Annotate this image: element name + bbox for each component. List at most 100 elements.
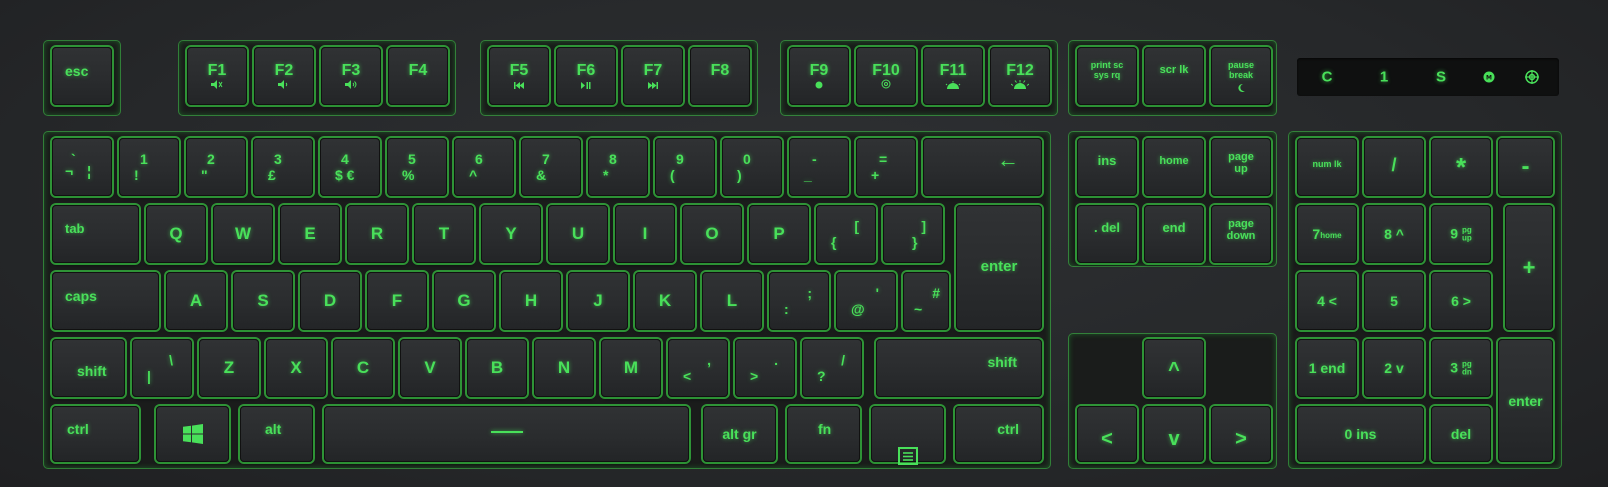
left-ctrl-key[interactable]: ctrl	[52, 406, 139, 462]
esc-key[interactable]: esc	[52, 47, 112, 105]
pause-break-key[interactable]: pause break	[1211, 47, 1271, 105]
tab-key[interactable]: tab	[52, 205, 139, 263]
key-7[interactable]: 7 &	[521, 138, 581, 196]
equal-key[interactable]: = +	[856, 138, 916, 196]
key-8[interactable]: 8 *	[588, 138, 648, 196]
numpad-9-key[interactable]: 9 pg up	[1431, 205, 1491, 263]
arrow-up-key[interactable]: ^	[1144, 339, 1204, 397]
key-q[interactable]: Q	[146, 205, 206, 263]
key-5[interactable]: 5 %	[387, 138, 447, 196]
f12-key[interactable]: F12	[990, 47, 1050, 105]
arrow-down-key[interactable]: v	[1144, 406, 1204, 462]
right-bracket-key[interactable]: ] }	[883, 205, 943, 263]
hash-key[interactable]: # ~	[903, 272, 949, 330]
numpad-4-key[interactable]: 4 <	[1297, 272, 1357, 330]
key-e[interactable]: E	[280, 205, 340, 263]
delete-key[interactable]: . del	[1077, 205, 1137, 263]
f9-key[interactable]: F9	[789, 47, 849, 105]
key-j[interactable]: J	[568, 272, 628, 330]
quote-key[interactable]: ' @	[836, 272, 896, 330]
key-a[interactable]: A	[166, 272, 226, 330]
key-w[interactable]: W	[213, 205, 273, 263]
key-2[interactable]: 2 "	[186, 138, 246, 196]
space-bar[interactable]	[324, 406, 689, 462]
f10-key[interactable]: F10	[856, 47, 916, 105]
backslash-key[interactable]: \ |	[132, 339, 192, 397]
key-x[interactable]: X	[266, 339, 326, 397]
key-n[interactable]: N	[534, 339, 594, 397]
key-b[interactable]: B	[467, 339, 527, 397]
key-r[interactable]: R	[347, 205, 407, 263]
alt-gr-key[interactable]: alt gr	[703, 406, 776, 462]
home-key[interactable]: home	[1144, 138, 1204, 196]
period-key[interactable]: . >	[735, 339, 795, 397]
numpad-6-key[interactable]: 6 >	[1431, 272, 1491, 330]
key-f[interactable]: F	[367, 272, 427, 330]
page-up-key[interactable]: page up	[1211, 138, 1271, 196]
f11-key[interactable]: F11	[923, 47, 983, 105]
windows-key[interactable]	[156, 406, 229, 462]
caps-lock-key[interactable]: caps	[52, 272, 159, 330]
numpad-0-key[interactable]: 0 ins	[1297, 406, 1424, 462]
page-down-key[interactable]: page down	[1211, 205, 1271, 263]
slash-key[interactable]: / ?	[802, 339, 862, 397]
left-shift-key[interactable]: shift	[52, 339, 125, 397]
key-c[interactable]: C	[333, 339, 393, 397]
numpad-multiply-key[interactable]: *	[1431, 138, 1491, 196]
right-shift-key[interactable]: shift	[876, 339, 1042, 397]
f2-key[interactable]: F2	[254, 47, 314, 105]
key-o[interactable]: O	[682, 205, 742, 263]
numpad-delete-key[interactable]: del	[1431, 406, 1491, 462]
numpad-minus-key[interactable]: -	[1498, 138, 1553, 196]
arrow-left-key[interactable]: <	[1077, 406, 1137, 462]
insert-key[interactable]: ins	[1077, 138, 1137, 196]
key-u[interactable]: U	[548, 205, 608, 263]
key-g[interactable]: G	[434, 272, 494, 330]
key-9[interactable]: 9 (	[655, 138, 715, 196]
key-4[interactable]: 4 $ €	[320, 138, 380, 196]
key-6[interactable]: 6 ^	[454, 138, 514, 196]
left-alt-key[interactable]: alt	[240, 406, 313, 462]
f4-key[interactable]: F4	[388, 47, 448, 105]
numpad-1-key[interactable]: 1 end	[1297, 339, 1357, 397]
minus-key[interactable]: - _	[789, 138, 849, 196]
numpad-divide-key[interactable]: /	[1364, 138, 1424, 196]
numpad-2-key[interactable]: 2 v	[1364, 339, 1424, 397]
end-key[interactable]: end	[1144, 205, 1204, 263]
print-screen-key[interactable]: print sc sys rq	[1077, 47, 1137, 105]
fn-key[interactable]: fn	[787, 406, 860, 462]
key-h[interactable]: H	[501, 272, 561, 330]
key-0[interactable]: 0 )	[722, 138, 782, 196]
scroll-lock-key[interactable]: scr lk	[1144, 47, 1204, 105]
f5-key[interactable]: F5	[489, 47, 549, 105]
num-lock-key[interactable]: num lk	[1297, 138, 1357, 196]
f8-key[interactable]: F8	[690, 47, 750, 105]
left-bracket-key[interactable]: [ {	[816, 205, 876, 263]
f7-key[interactable]: F7	[623, 47, 683, 105]
numpad-plus-key[interactable]: +	[1505, 205, 1553, 330]
enter-key[interactable]: enter	[956, 205, 1042, 330]
numpad-3-key[interactable]: 3 pg dn	[1431, 339, 1491, 397]
semicolon-key[interactable]: ; :	[769, 272, 829, 330]
key-3[interactable]: 3 £	[253, 138, 313, 196]
key-v[interactable]: V	[400, 339, 460, 397]
grave-key[interactable]: ` ¬ ¦	[52, 138, 112, 196]
f1-key[interactable]: F1	[187, 47, 247, 105]
key-1[interactable]: 1 !	[119, 138, 179, 196]
key-z[interactable]: Z	[199, 339, 259, 397]
f3-key[interactable]: F3	[321, 47, 381, 105]
right-ctrl-key[interactable]: ctrl	[955, 406, 1042, 462]
key-t[interactable]: T	[414, 205, 474, 263]
numpad-7-key[interactable]: 7home	[1297, 205, 1357, 263]
f6-key[interactable]: F6	[556, 47, 616, 105]
menu-key[interactable]	[871, 406, 944, 465]
key-d[interactable]: D	[300, 272, 360, 330]
key-s[interactable]: S	[233, 272, 293, 330]
numpad-5-key[interactable]: 5	[1364, 272, 1424, 330]
key-m[interactable]: M	[601, 339, 661, 397]
key-p[interactable]: P	[749, 205, 809, 263]
numpad-enter-key[interactable]: enter	[1498, 339, 1553, 462]
key-k[interactable]: K	[635, 272, 695, 330]
key-y[interactable]: Y	[481, 205, 541, 263]
arrow-right-key[interactable]: >	[1211, 406, 1271, 462]
